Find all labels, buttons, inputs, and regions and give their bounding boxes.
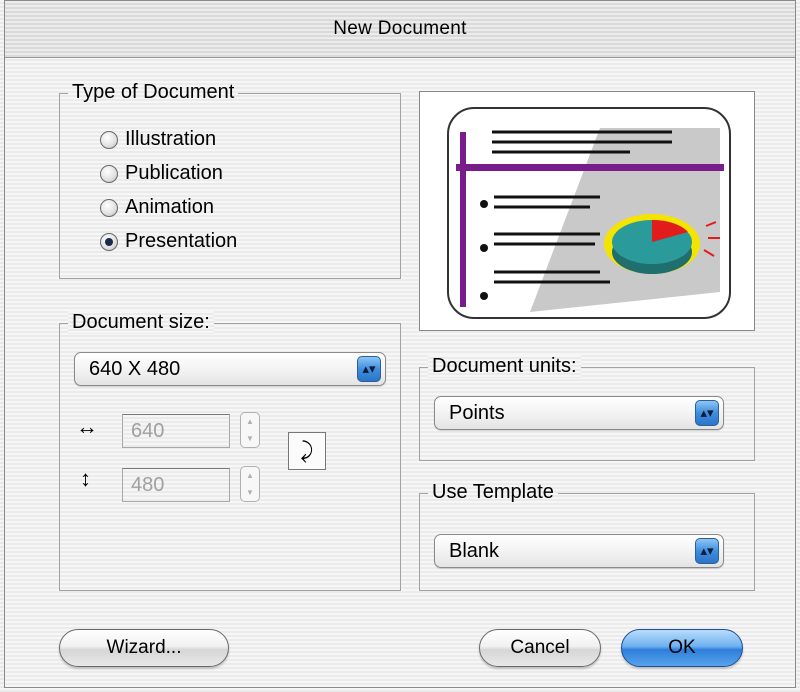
radio-button-selected[interactable] [100, 232, 118, 251]
type-of-document-legend: Type of Document [68, 81, 239, 104]
radio-label: Presentation [125, 230, 238, 252]
document-size-popup[interactable]: 640 X 480 ▴▾ [74, 352, 386, 386]
ok-button[interactable]: OK [621, 629, 743, 667]
template-popup[interactable]: Blank ▴▾ [434, 534, 724, 568]
document-size-group: Document size: 640 X 480 ▴▾ ↔ 640 ▲ ▼ ↕ … [59, 311, 401, 591]
stepper-up-icon: ▲ [246, 471, 254, 480]
width-field[interactable]: 640 [122, 414, 230, 448]
stepper-up-icon: ▲ [246, 417, 254, 426]
width-arrow-icon: ↔ [76, 414, 98, 439]
dialog-title: New Document [5, 1, 795, 58]
document-size-legend: Document size: [68, 311, 214, 334]
rotate-icon: ⤸ [300, 438, 314, 463]
use-template-legend: Use Template [428, 481, 558, 504]
radio-label: Illustration [125, 128, 217, 150]
radio-label: Animation [125, 196, 214, 218]
type-of-document-group: Type of Document Illustration Publicatio… [59, 81, 401, 279]
stepper-down-icon: ▼ [246, 488, 254, 497]
radio-button[interactable] [100, 198, 118, 217]
width-stepper[interactable]: ▲ ▼ [240, 412, 260, 448]
radio-button[interactable] [100, 130, 118, 149]
document-size-value: 640 X 480 [89, 357, 181, 380]
wizard-button[interactable]: Wizard... [59, 629, 229, 667]
popup-arrows-icon: ▴▾ [695, 400, 719, 426]
radio-illustration[interactable]: Illustration [100, 128, 216, 151]
new-document-dialog: New Document Type of Document Illustrati… [4, 0, 796, 688]
swap-dimensions-button[interactable]: ⤸ [288, 432, 326, 470]
template-value: Blank [449, 539, 500, 562]
document-units-legend: Document units: [428, 355, 581, 378]
popup-arrows-icon: ▴▾ [357, 356, 381, 382]
height-field[interactable]: 480 [122, 468, 230, 502]
use-template-group: Use Template Blank ▴▾ [419, 481, 755, 591]
stepper-down-icon: ▼ [246, 434, 254, 443]
radio-presentation[interactable]: Presentation [100, 230, 237, 253]
popup-arrows-icon: ▴▾ [695, 538, 719, 564]
document-units-popup[interactable]: Points ▴▾ [434, 396, 724, 430]
radio-label: Publication [125, 162, 223, 184]
radio-animation[interactable]: Animation [100, 196, 214, 219]
document-units-value: Points [449, 401, 505, 424]
document-units-group: Document units: Points ▴▾ [419, 355, 755, 461]
cancel-button[interactable]: Cancel [479, 629, 601, 667]
height-arrow-icon: ↕ [80, 466, 91, 491]
radio-button[interactable] [100, 164, 118, 183]
template-preview-image [419, 91, 755, 331]
radio-publication[interactable]: Publication [100, 162, 223, 185]
height-stepper[interactable]: ▲ ▼ [240, 466, 260, 502]
